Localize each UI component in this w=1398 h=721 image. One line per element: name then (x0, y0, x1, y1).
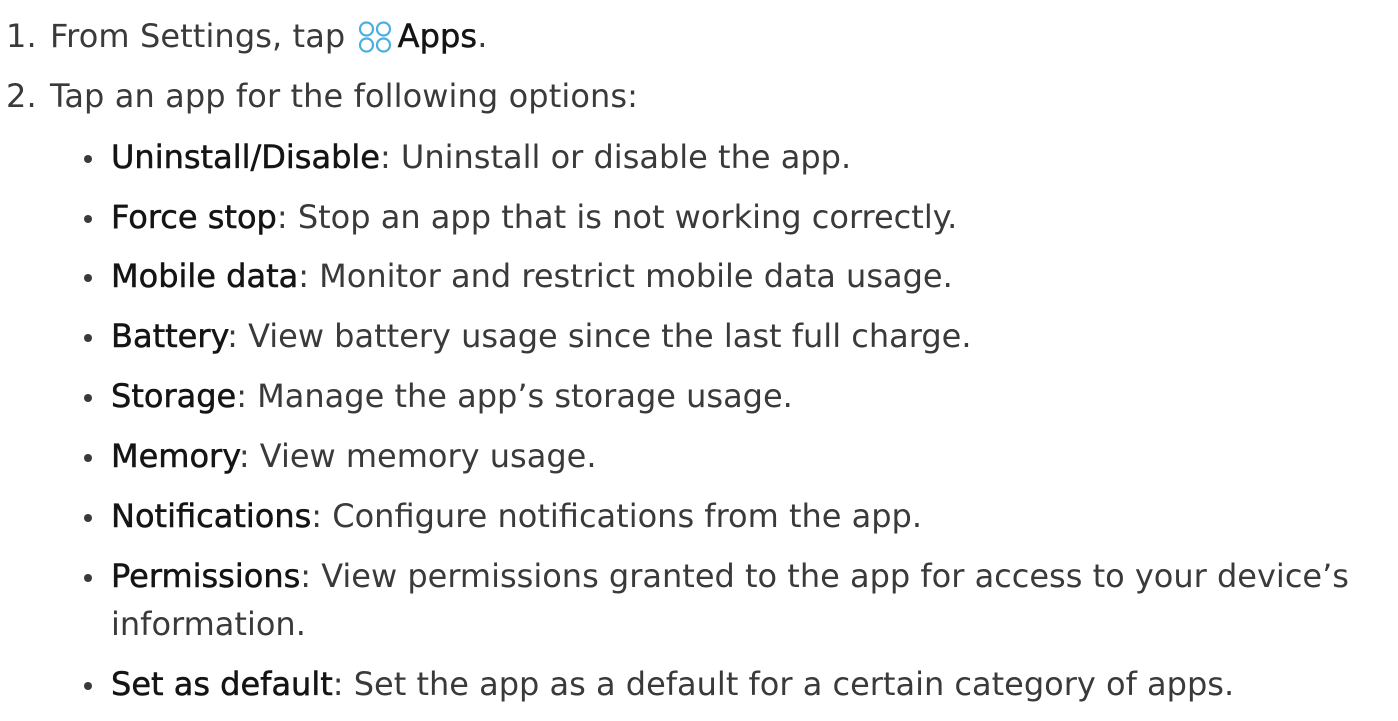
option-term: Memory (111, 437, 239, 476)
option-desc: : View battery usage since the last full… (227, 317, 972, 355)
option-desc: : Set the app as a default for a certain… (332, 665, 1235, 703)
instruction-document: 1. From Settings, tap Apps. 2. Tap an app … (0, 0, 1398, 721)
option-term: Force stop (111, 198, 277, 237)
option-desc: : Configure notifications from the app. (311, 497, 923, 535)
option-term: Permissions (111, 557, 301, 596)
option-term: Notifications (111, 497, 312, 536)
option-term: Storage (111, 377, 237, 416)
apps-label: Apps (397, 17, 478, 56)
bullet-dot (84, 274, 92, 282)
bullet-dot (84, 155, 92, 163)
bullet-dot (84, 215, 92, 223)
bullet-dot (84, 574, 92, 582)
bullet-dot (84, 682, 92, 690)
step-text: Tap an app for the following options: (50, 77, 639, 115)
option-desc: : Monitor and restrict mobile data usage… (298, 257, 953, 295)
option-desc-continuation: information. (111, 605, 306, 643)
step-text: From Settings, tap (50, 17, 346, 55)
option-term: Set as default (111, 665, 333, 704)
step-2: 2. Tap an app for the following options: (6, 76, 638, 116)
bullet-dot (84, 514, 92, 522)
bullet-dot (84, 394, 92, 402)
option-term: Battery (111, 317, 228, 356)
option-desc: : View memory usage. (238, 437, 597, 475)
step-1: 1. From Settings, tap Apps. (6, 16, 487, 56)
step-number: 1. (6, 17, 37, 55)
apps-icon (358, 21, 392, 53)
option-desc: : View permissions granted to the app fo… (300, 557, 1349, 595)
bullet-dot (84, 334, 92, 342)
step-number: 2. (6, 77, 37, 115)
option-desc: : Uninstall or disable the app. (379, 138, 852, 176)
option-desc: : Manage the app’s storage usage. (236, 377, 793, 415)
option-term: Uninstall/Disable (111, 138, 380, 177)
option-term: Mobile data (111, 257, 299, 296)
step-punct: . (477, 17, 488, 55)
option-desc: : Stop an app that is not working correc… (276, 198, 958, 236)
bullet-dot (84, 454, 92, 462)
